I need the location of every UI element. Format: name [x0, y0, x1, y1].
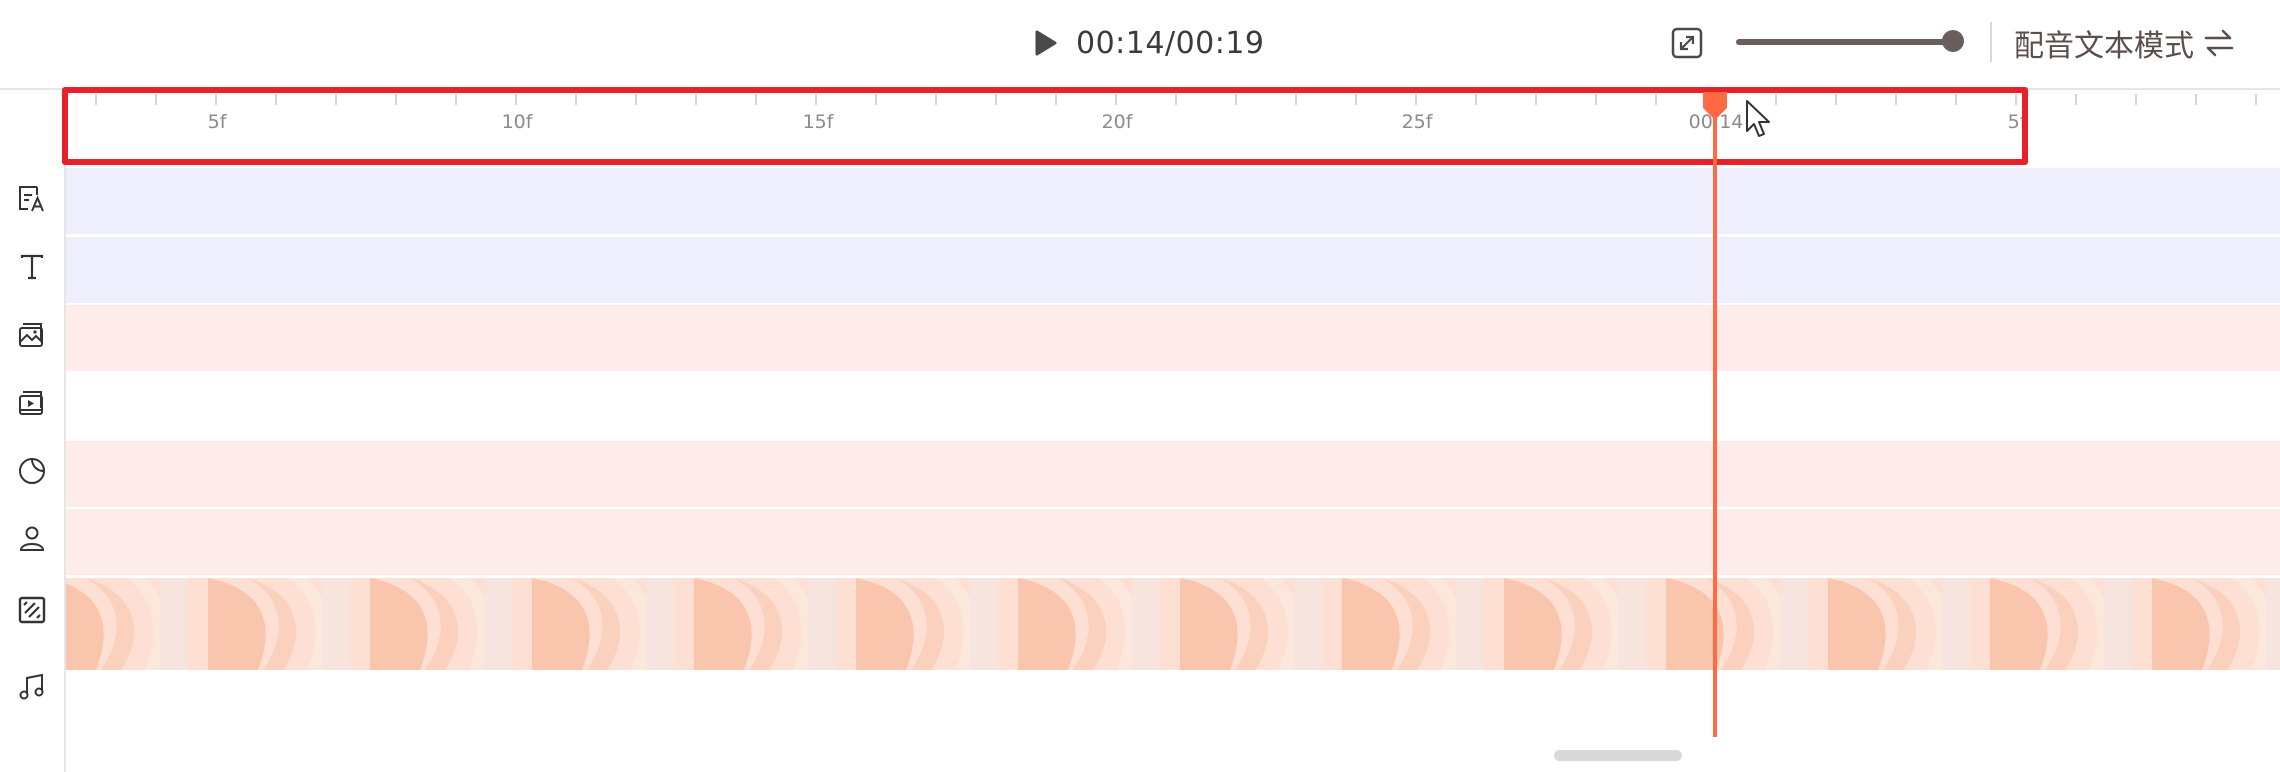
- zoom-slider-knob[interactable]: [1941, 30, 1964, 52]
- sticker-track-button[interactable]: [0, 437, 64, 505]
- clip-thumbnail: [998, 578, 1160, 670]
- playhead-line[interactable]: [1713, 100, 1717, 737]
- video-track-icon: [19, 391, 43, 415]
- play-icon: [1035, 30, 1057, 56]
- text-track[interactable]: [66, 237, 2280, 303]
- ruler-label: 25f: [1401, 111, 1433, 133]
- text-track-icon: [20, 254, 44, 280]
- play-button[interactable]: [1030, 28, 1060, 58]
- music-track-button[interactable]: [0, 653, 64, 721]
- image-track-button[interactable]: [0, 301, 64, 369]
- avatar-track-button[interactable]: [0, 505, 64, 573]
- clip-thumbnail: [674, 578, 836, 670]
- ruler-label: 15f: [802, 111, 834, 133]
- zoom-slider[interactable]: [1736, 30, 1964, 54]
- ruler-label: 20f: [1101, 111, 1133, 133]
- toolbar-divider: [1990, 22, 1992, 62]
- top-toolbar: 00:14/00:19 配音文本模式: [0, 0, 2280, 90]
- ruler-label: 5f: [2007, 111, 2027, 133]
- clip-thumbnail: [1808, 578, 1970, 670]
- fit-to-screen-icon: [1671, 27, 1703, 59]
- clip-thumbnail: [1322, 578, 1484, 670]
- playhead-handle[interactable]: [1701, 90, 1729, 122]
- video-track[interactable]: [66, 373, 2280, 439]
- timeline-ruler[interactable]: 5f 10f 15f 20f 25f 00:14 5f: [66, 89, 2280, 165]
- clip-thumbnail: [350, 578, 512, 670]
- fit-screen-button[interactable]: [1670, 26, 1704, 60]
- zoom-slider-track: [1736, 39, 1964, 45]
- image-track[interactable]: [66, 305, 2280, 371]
- clip-thumbnail: [512, 578, 674, 670]
- clip-thumbnail: [2132, 578, 2280, 670]
- dubbing-text-mode-toggle[interactable]: 配音文本模式: [2014, 20, 2236, 66]
- clip-thumbnail: [836, 578, 998, 670]
- ruler-ticks: [95, 94, 2257, 105]
- clip-thumbnail: [66, 578, 188, 670]
- ruler-label: 5f: [207, 111, 227, 133]
- track-type-sidebar: [0, 165, 66, 772]
- background-clip[interactable]: [66, 578, 2280, 670]
- subtitle-track-icon: [19, 186, 44, 212]
- horizontal-scrollbar[interactable]: [1554, 750, 1682, 761]
- clip-thumbnail: [188, 578, 350, 670]
- clip-thumbnail: [1160, 578, 1322, 670]
- mode-label: 配音文本模式: [2014, 29, 2194, 64]
- avatar-track-icon: [19, 526, 45, 551]
- sticker-track-icon: [19, 457, 46, 484]
- clip-thumbnail: [1970, 578, 2132, 670]
- subtitle-track-button[interactable]: [0, 165, 64, 233]
- sticker-track[interactable]: [66, 441, 2280, 507]
- ruler-label: 10f: [501, 111, 533, 133]
- image-track-icon: [19, 323, 43, 347]
- time-display: 00:14/00:19: [1076, 26, 1265, 61]
- background-track-icon: [18, 596, 46, 624]
- music-track[interactable]: [66, 672, 2280, 772]
- swap-arrows-icon: [2204, 29, 2234, 57]
- text-track-button[interactable]: [0, 233, 64, 301]
- music-track-icon: [19, 673, 44, 700]
- video-track-button[interactable]: [0, 369, 64, 437]
- clip-thumbnail: [1646, 578, 1808, 670]
- clip-thumbnail: [1484, 578, 1646, 670]
- subtitle-track[interactable]: [66, 168, 2280, 234]
- background-track-button[interactable]: [0, 576, 64, 644]
- avatar-track[interactable]: [66, 509, 2280, 575]
